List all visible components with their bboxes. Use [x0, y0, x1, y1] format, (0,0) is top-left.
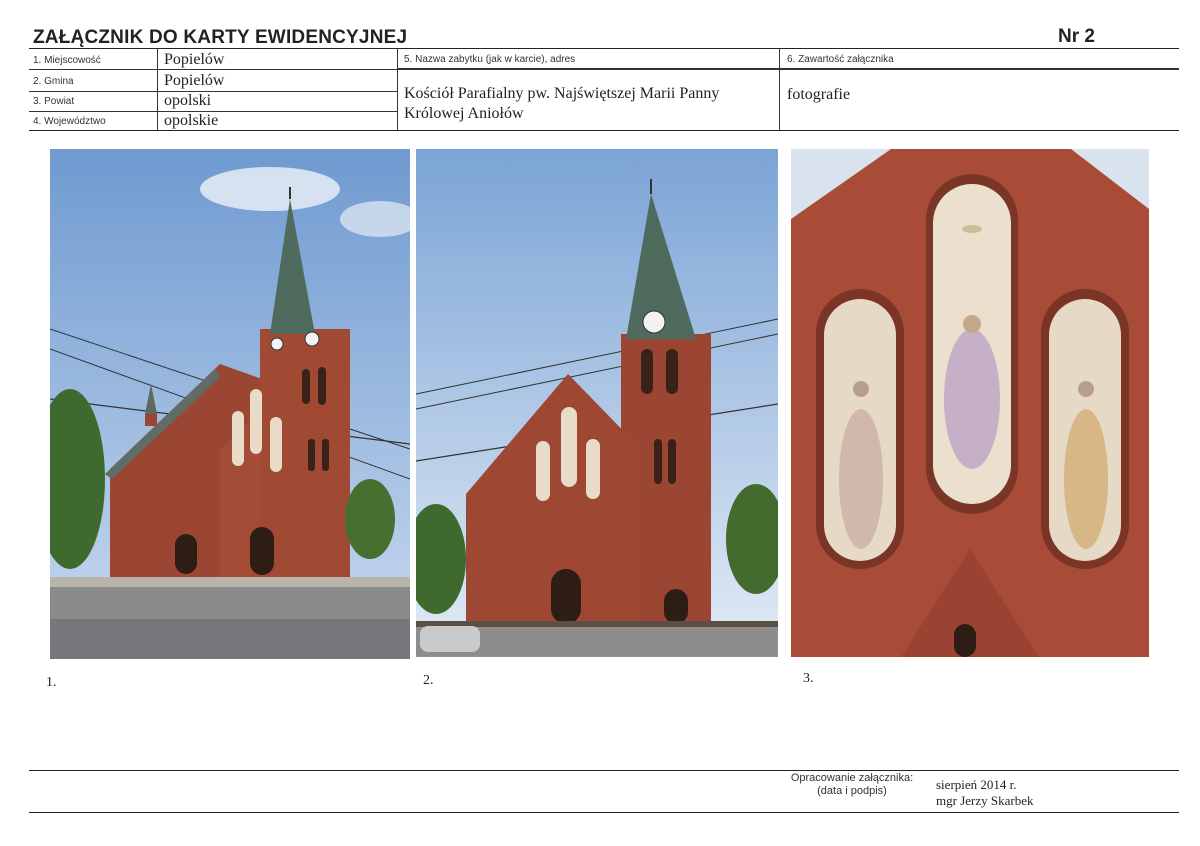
gmina-value: Popielów: [164, 72, 225, 89]
photo-3-illustration: [791, 149, 1149, 657]
miejscowosc-label: 1. Miejscowość: [33, 55, 101, 66]
gmina-label: 2. Gmina: [33, 76, 74, 87]
nazwa-label: 5. Nazwa zabytku (jak w karcie), adres: [404, 54, 576, 65]
photo-2-illustration: [416, 149, 778, 657]
document-title: ZAŁĄCZNIK DO KARTY EWIDENCYJNEJ: [33, 27, 408, 48]
miejscowosc-value: Popielów: [164, 51, 225, 68]
footer-label-line1: Opracowanie załącznika:: [790, 772, 914, 784]
photo-church-side-view: [50, 149, 410, 659]
nazwa-value-line1: Kościół Parafialny pw. Najświętszej Mari…: [404, 85, 720, 102]
photo-church-front-view: [416, 149, 778, 657]
photo-3-caption: 3.: [803, 671, 814, 686]
zawartosc-value: fotografie: [787, 86, 851, 103]
wojewodztwo-value: opolskie: [164, 112, 219, 129]
footer-author: mgr Jerzy Skarbek: [936, 793, 1034, 808]
footer-label-line2: (data i podpis): [817, 785, 887, 797]
attachment-number: Nr 2: [1058, 26, 1095, 47]
photo-facade-paintings: [791, 149, 1149, 657]
zawartosc-label: 6. Zawartość załącznika: [787, 54, 894, 65]
nazwa-value-line2: Królowej Aniołów: [404, 105, 524, 122]
photo-1-caption: 1.: [46, 675, 57, 690]
powiat-label: 3. Powiat: [33, 96, 75, 107]
powiat-value: opolski: [164, 92, 212, 109]
photo-2-caption: 2.: [423, 673, 434, 688]
photo-1-illustration: [50, 149, 410, 659]
footer-date: sierpień 2014 r.: [936, 777, 1017, 792]
wojewodztwo-label: 4. Województwo: [33, 116, 106, 127]
